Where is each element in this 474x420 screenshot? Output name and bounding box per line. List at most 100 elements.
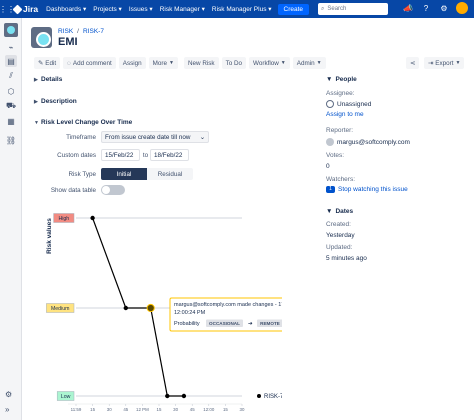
updated-label: Updated: [326, 244, 353, 251]
jira-logo[interactable]: Jira [12, 4, 38, 14]
breadcrumb: RISK / RISK-7 [58, 28, 104, 35]
chevron-down-icon: ▼ [169, 60, 174, 66]
add-comment-button[interactable]: ◌ Add comment [63, 57, 116, 69]
releases-icon[interactable]: ⛟ [5, 100, 17, 112]
issues-icon[interactable]: ▤ [5, 55, 17, 67]
risk-level-section-toggle[interactable]: ▼ Risk Level Change Over Time [34, 119, 132, 126]
create-button[interactable]: Create [277, 3, 310, 15]
date-from-input[interactable]: 15/Feb/22 [101, 149, 140, 161]
details-section-toggle[interactable]: ▶ Details [34, 76, 62, 83]
reporter-avatar [326, 138, 334, 146]
nav-menu: Dashboards ▾ Projects ▾ Issues ▾ Risk Ma… [46, 5, 271, 13]
date-to-input[interactable]: 18/Feb/22 [150, 149, 189, 161]
tooltip-to: REMOTE [260, 321, 280, 326]
dates-section: ▼ Dates [326, 208, 353, 215]
nav-issues[interactable]: Issues ▾ [129, 5, 153, 13]
workflow-button[interactable]: Workflow ▼ [249, 57, 290, 69]
to-do-button[interactable]: To Do [221, 57, 247, 69]
data-point [165, 393, 170, 399]
search-input[interactable]: ⌕ Search [318, 3, 388, 15]
watchers-label: Watchers: [326, 176, 356, 183]
people-heading[interactable]: ▼ People [326, 76, 357, 83]
x-tick-label: 15 [223, 407, 228, 412]
risk-type-initial[interactable]: Initial [101, 168, 147, 180]
description-section-toggle[interactable]: ▶ Description [34, 98, 77, 105]
nav-risk-manager-plus[interactable]: Risk Manager Plus ▾ [212, 5, 272, 13]
assign-button[interactable]: Assign [118, 57, 146, 69]
reporter-label: Reporter: [326, 127, 354, 134]
notifications-icon[interactable]: 📣 [402, 4, 414, 13]
issue-type-icon [31, 27, 52, 48]
chevron-down-icon: ▼ [316, 60, 322, 66]
dates-heading[interactable]: ▼ Dates [326, 208, 353, 215]
chevron-down-icon: ▼ [280, 60, 286, 66]
chevron-down-icon: ▼ [326, 208, 333, 215]
assign-to-me-link[interactable]: Assign to me [326, 111, 364, 118]
chevron-right-icon: ▶ [34, 98, 38, 105]
tooltip-arrow: ➔ [248, 321, 253, 327]
level-badge-label: High [58, 216, 69, 222]
new-risk-button[interactable]: New Risk [183, 57, 219, 69]
share-button[interactable]: ⋖ [406, 57, 419, 69]
nav-risk-manager[interactable]: Risk Manager ▾ [160, 5, 205, 13]
components-icon[interactable]: ⬡ [5, 85, 17, 97]
data-point [181, 393, 187, 399]
export-button[interactable]: ⇥ Export ▼ [424, 57, 465, 69]
roadmap-icon[interactable]: ⌁ [5, 41, 17, 53]
nav-projects[interactable]: Projects ▾ [93, 5, 122, 13]
assignee-value[interactable]: Unassigned [326, 100, 371, 108]
updated-value: 5 minutes ago [326, 255, 367, 262]
collapse-sidebar-icon[interactable]: » [5, 405, 9, 414]
breadcrumb-issue[interactable]: RISK-7 [83, 28, 104, 35]
reporter-value[interactable]: margus@softcomply.com [326, 138, 410, 146]
unassigned-avatar-icon [326, 100, 334, 108]
x-tick-label: 30 [107, 407, 112, 412]
timeframe-label: Timeframe [66, 134, 96, 141]
data-point [90, 215, 95, 221]
show-data-table-toggle[interactable] [101, 185, 125, 195]
assignee-label: Assignee: [326, 90, 355, 97]
risk-type-residual[interactable]: Residual [147, 168, 193, 180]
link-icon[interactable]: ⛓ [5, 134, 17, 146]
timeframe-select[interactable]: From issue create date till now ⌄ [101, 131, 209, 143]
more-button[interactable]: More ▼ [148, 57, 178, 69]
reports-icon[interactable]: ⫽ [5, 70, 17, 82]
project-avatar-icon[interactable] [4, 23, 18, 37]
project-sidebar: ⌁ ▤ ⫽ ⬡ ⛟ ▦ ⛓ [0, 18, 22, 420]
toggle-knob [102, 186, 110, 194]
chevron-down-icon: ▼ [34, 119, 39, 126]
show-data-table-label: Show data table [50, 187, 96, 194]
y-axis-label: Risk values [46, 218, 53, 254]
x-tick-label: 30 [173, 407, 178, 412]
chevron-down-icon: ▼ [326, 76, 333, 83]
breadcrumb-project[interactable]: RISK [58, 28, 73, 35]
risk-type-label: Risk Type [68, 171, 96, 178]
watchers-control[interactable]: 1 Stop watching this issue [326, 186, 408, 193]
votes-value[interactable]: 0 [326, 163, 330, 170]
pencil-icon: ✎ [38, 59, 44, 67]
user-avatar[interactable] [456, 2, 468, 14]
top-navigation: ⋮⋮ Jira Dashboards ▾ Projects ▾ Issues ▾… [0, 0, 474, 18]
created-label: Created: [326, 221, 351, 228]
watch-count-badge: 1 [326, 186, 335, 193]
admin-button[interactable]: Admin ▼ [292, 57, 326, 69]
chevron-right-icon: ▶ [34, 76, 38, 83]
level-badge-label: Low [61, 394, 71, 400]
jira-logo-icon [12, 4, 23, 14]
issue-title[interactable]: EMI [58, 36, 78, 48]
chevron-down-icon: ⌄ [199, 133, 205, 141]
issue-toolbar: ✎ Edit ◌ Add comment Assign More ▼ New Risk… [34, 57, 326, 69]
data-point [123, 305, 128, 311]
stop-watching-link: Stop watching this issue [338, 186, 408, 193]
settings-gear-icon[interactable]: ⚙ [5, 390, 12, 399]
calendar-grid-icon[interactable]: ▦ [5, 115, 17, 127]
created-value: Yesterday [326, 232, 355, 239]
x-tick-label: 12:00 [203, 407, 215, 412]
x-tick-label: 11:59 [71, 407, 82, 412]
x-tick-label: 30 [240, 407, 245, 412]
data-point [146, 303, 155, 313]
nav-dashboards[interactable]: Dashboards ▾ [46, 5, 86, 13]
help-icon[interactable]: ? [420, 4, 432, 13]
settings-gear-icon[interactable]: ⚙ [438, 4, 450, 13]
edit-button[interactable]: ✎ Edit [34, 57, 61, 69]
